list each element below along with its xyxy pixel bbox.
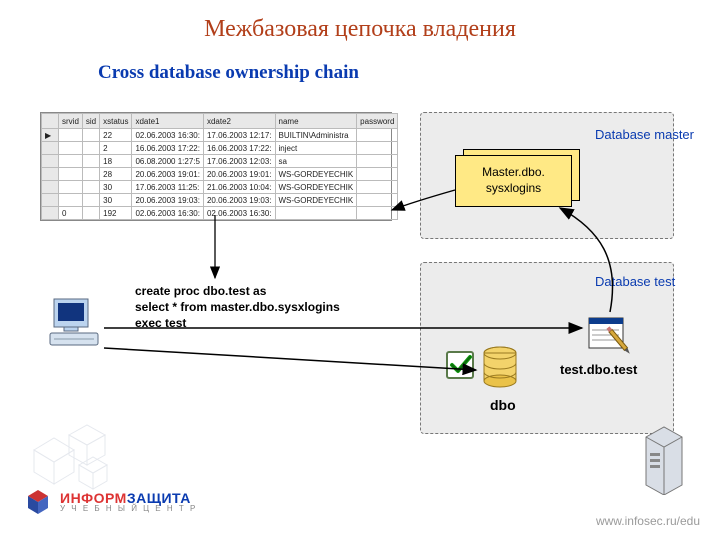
client-computer-icon bbox=[48, 295, 103, 350]
database-cylinder-icon bbox=[480, 345, 520, 391]
master-card-line1: Master.dbo. bbox=[456, 165, 571, 181]
brand-logo: ИНФОРМЗАЩИТА У Ч Е Б Н Ы Й Ц Е Н Т Р bbox=[22, 486, 197, 518]
subtitle: Cross database ownership chain bbox=[98, 62, 359, 84]
test-proc-label: test.dbo.test bbox=[560, 362, 637, 377]
db-test-label: Database test bbox=[595, 275, 675, 290]
page-title: Межбазовая цепочка владения bbox=[0, 16, 720, 43]
footer-url: www.infosec.ru/edu bbox=[596, 514, 700, 528]
check-icon bbox=[445, 350, 477, 382]
master-card: Master.dbo. sysxlogins bbox=[455, 155, 575, 210]
sysxlogins-grid: srvidsidxstatusxdate1xdate2namepassword▶… bbox=[40, 112, 392, 221]
logo-text: ИНФОРМЗАЩИТА У Ч Е Б Н Ы Й Ц Е Н Т Р bbox=[60, 491, 197, 513]
slide: Межбазовая цепочка владения Cross databa… bbox=[0, 0, 720, 540]
server-icon bbox=[642, 423, 690, 495]
logo-icon bbox=[22, 486, 54, 518]
form-icon bbox=[585, 312, 635, 358]
sql-code: create proc dbo.test as select * from ma… bbox=[135, 283, 340, 332]
dbo-label: dbo bbox=[490, 397, 516, 413]
master-card-line2: sysxlogins bbox=[456, 181, 571, 197]
db-master-label: Database master bbox=[595, 128, 694, 143]
